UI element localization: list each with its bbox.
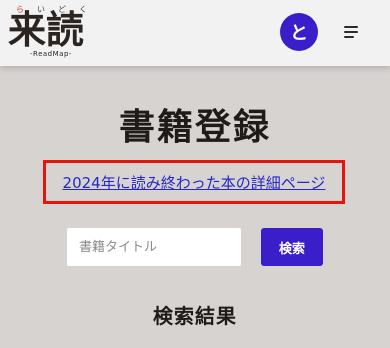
hamburger-menu-icon[interactable]	[342, 22, 364, 42]
app-header: ら い ど く 来読 -ReadMap- と	[0, 0, 390, 66]
logo-wordmark: 来読	[8, 7, 85, 52]
page-title: 書籍登録	[118, 107, 271, 148]
yearly-books-detail-link[interactable]: 2024年に読み終わった本の詳細ページ	[63, 172, 326, 193]
highlighted-link-box: 2024年に読み終わった本の詳細ページ	[43, 160, 345, 204]
search-button[interactable]: 検索	[261, 228, 323, 266]
user-avatar[interactable]: と	[280, 13, 318, 51]
book-title-search-input[interactable]	[67, 228, 241, 266]
logo-tagline: -ReadMap-	[30, 50, 72, 58]
search-results-heading: 検索結果	[153, 304, 237, 328]
app-logo[interactable]: ら い ど く 来読 -ReadMap-	[8, 4, 92, 60]
